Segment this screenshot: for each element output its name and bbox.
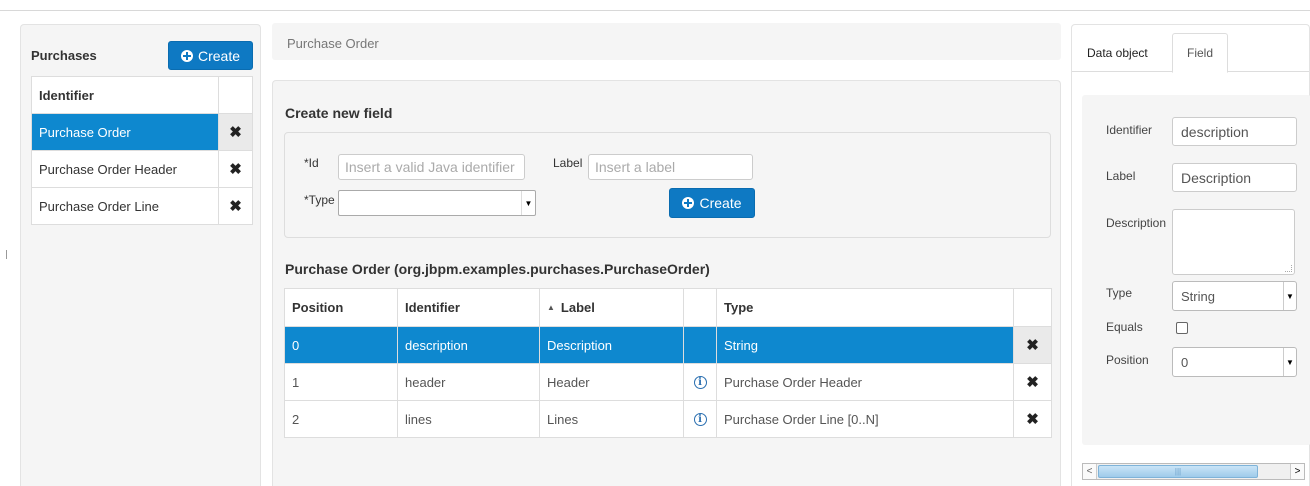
label-cell[interactable]: Description [540, 327, 684, 363]
position-cell[interactable]: 0 [285, 327, 398, 363]
list-item-label[interactable]: Purchase Order Header [32, 151, 219, 187]
position-cell[interactable]: 2 [285, 401, 398, 437]
tab-data-object[interactable]: Data object [1075, 33, 1160, 73]
close-icon[interactable]: ✖ [229, 162, 242, 177]
close-icon[interactable]: ✖ [1026, 375, 1039, 390]
position-header[interactable]: Position [285, 289, 398, 326]
identifier-cell[interactable]: description [398, 327, 540, 363]
fields-table: Position Identifier ▲ Label Type 0 descri… [284, 288, 1052, 438]
type-label: Type [1106, 286, 1133, 300]
list-item[interactable]: Purchase Order Header ✖ [32, 150, 252, 187]
identifier-header[interactable]: Identifier [398, 289, 540, 326]
tab-bar: Data object Field [1072, 25, 1309, 73]
description-field[interactable] [1172, 209, 1295, 275]
info-icon[interactable]: i [693, 412, 707, 426]
equals-label: Equals [1106, 320, 1143, 334]
label-label: Label [553, 156, 583, 170]
table-row[interactable]: 0 description Description String ✖ [285, 326, 1051, 363]
close-icon[interactable]: ✖ [1026, 412, 1039, 427]
create-label: Create [197, 47, 241, 64]
type-header[interactable]: Type [717, 289, 1014, 326]
label-header[interactable]: ▲ Label [540, 289, 684, 326]
create-field-title: Create new field [285, 105, 393, 121]
list-item[interactable]: Purchase Order Line ✖ [32, 187, 252, 224]
purchases-panel: Purchases Create Identifier Purchase Ord… [20, 24, 261, 486]
identifier-cell[interactable]: header [398, 364, 540, 400]
identifier-cell[interactable]: lines [398, 401, 540, 437]
horizontal-scrollbar[interactable]: < ||| > [1082, 463, 1305, 480]
breadcrumb: Purchase Order [272, 23, 1061, 60]
properties-panel: Data object Field Identifier description… [1071, 24, 1310, 486]
position-label: Position [1106, 353, 1149, 367]
field-properties: Identifier description Label Description… [1082, 95, 1310, 445]
id-label: *Id [304, 156, 319, 170]
create-field-form: *Id Label *Type ▼ Create [284, 132, 1051, 238]
close-icon[interactable]: ✖ [229, 199, 242, 214]
fields-table-title: Purchase Order (org.jbpm.examples.purcha… [285, 261, 710, 277]
type-cell[interactable]: String [717, 327, 1014, 363]
field-editor-panel: Create new field *Id Label *Type ▼ Creat… [272, 80, 1061, 486]
tab-field[interactable]: Field [1172, 33, 1228, 73]
table-row[interactable]: 1 header Header i Purchase Order Header … [285, 363, 1051, 400]
position-select[interactable]: 0 ▼ [1172, 347, 1297, 377]
label-cell[interactable]: Lines [540, 401, 684, 437]
equals-checkbox[interactable] [1176, 322, 1188, 334]
position-cell[interactable]: 1 [285, 364, 398, 400]
list-item-label[interactable]: Purchase Order [32, 114, 219, 150]
scroll-left-icon[interactable]: < [1083, 464, 1097, 479]
purchases-title: Purchases [31, 48, 97, 63]
plus-circle-icon [682, 197, 695, 209]
type-cell[interactable]: Purchase Order Header [717, 364, 1014, 400]
table-row[interactable]: 2 lines Lines i Purchase Order Line [0..… [285, 400, 1051, 437]
chevron-down-icon: ▼ [1283, 282, 1296, 310]
label-label: Label [1106, 169, 1136, 183]
scroll-right-icon[interactable]: > [1290, 464, 1304, 479]
identifier-label: Identifier [1106, 123, 1153, 137]
close-icon[interactable]: ✖ [1026, 338, 1039, 353]
table-header-row: Position Identifier ▲ Label Type [285, 289, 1051, 326]
table-header-row: Identifier [32, 77, 252, 113]
data-object-table: Identifier Purchase Order ✖ Purchase Ord… [31, 76, 253, 225]
info-icon[interactable]: i [693, 375, 707, 389]
edge-mark [6, 250, 7, 259]
label-input[interactable] [588, 154, 753, 180]
scrollbar-thumb[interactable]: ||| [1098, 465, 1258, 478]
chevron-down-icon: ▼ [521, 191, 535, 215]
identifier-header: Identifier [32, 77, 219, 113]
type-select[interactable]: String ▼ [1172, 281, 1297, 311]
description-label: Description [1106, 216, 1167, 230]
list-item-label[interactable]: Purchase Order Line [32, 188, 219, 224]
create-data-object-button[interactable]: Create [168, 41, 253, 70]
identifier-field[interactable]: description [1172, 117, 1297, 146]
list-item[interactable]: Purchase Order ✖ [32, 113, 252, 150]
type-select[interactable]: ▼ [338, 190, 536, 216]
label-cell[interactable]: Header [540, 364, 684, 400]
plus-circle-icon [180, 49, 193, 62]
create-field-button[interactable]: Create [669, 188, 755, 218]
type-label: *Type [304, 193, 335, 207]
top-divider [0, 10, 1310, 11]
create-label: Create [699, 195, 742, 211]
label-field[interactable]: Description [1172, 163, 1297, 192]
close-icon[interactable]: ✖ [229, 125, 242, 140]
type-cell[interactable]: Purchase Order Line [0..N] [717, 401, 1014, 437]
sort-ascending-icon: ▲ [547, 303, 555, 312]
chevron-down-icon: ▼ [1283, 348, 1296, 376]
id-input[interactable] [338, 154, 525, 180]
